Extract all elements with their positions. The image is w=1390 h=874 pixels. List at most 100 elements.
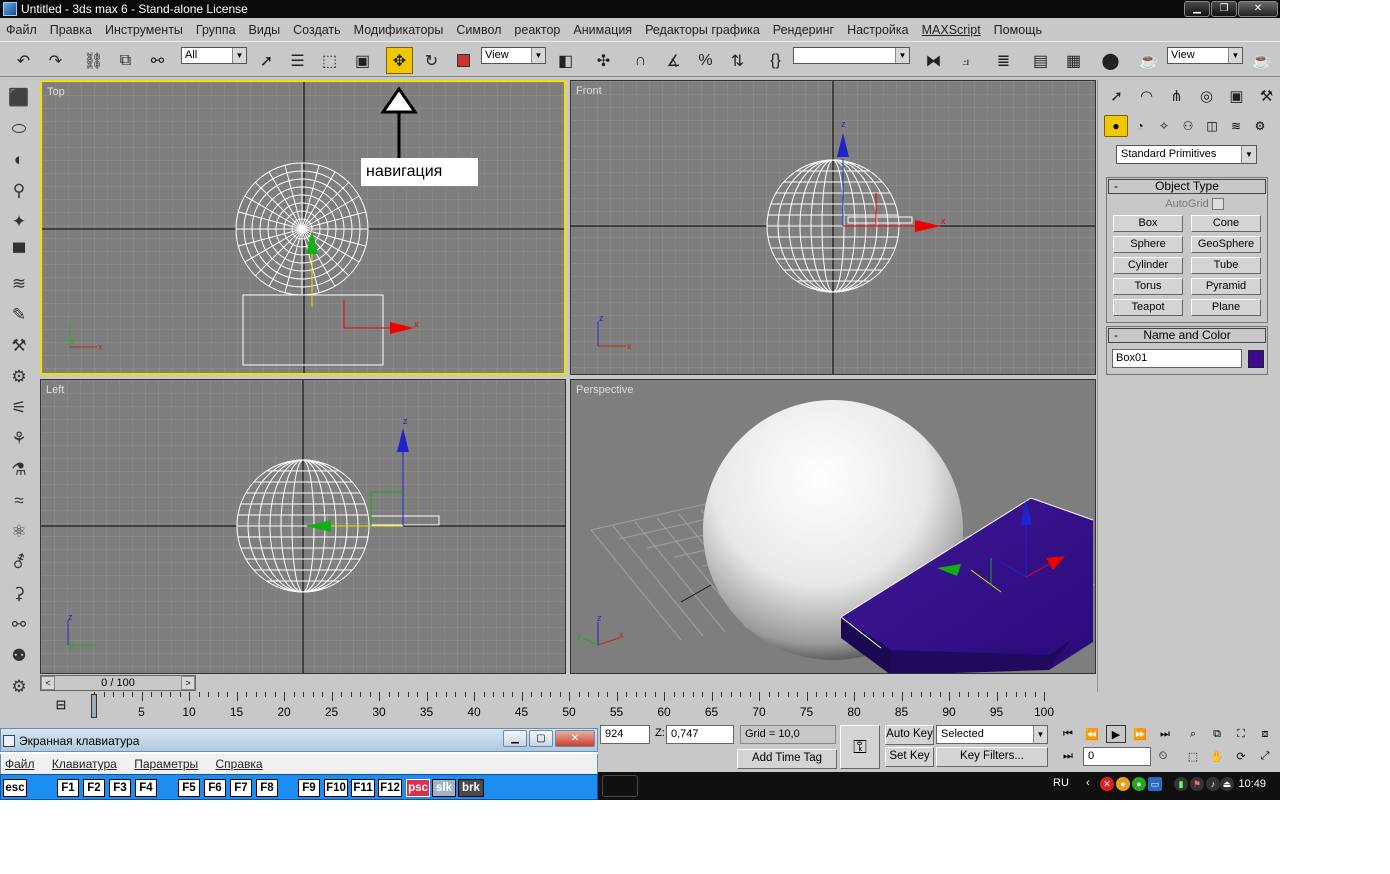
systems-icon[interactable]: ⚙ <box>1248 115 1272 137</box>
key-f3[interactable]: F3 <box>109 779 131 797</box>
unlink-icon[interactable]: ⧉ <box>112 47 139 74</box>
select-object-icon[interactable]: ➚ <box>253 47 280 74</box>
snap-3d-icon[interactable]: ∩ <box>627 47 654 74</box>
sphere-button[interactable]: Sphere <box>1113 236 1183 253</box>
box-button[interactable]: Box <box>1113 215 1183 232</box>
viewport-left[interactable]: z z y Left <box>40 379 566 674</box>
angle-snap-icon[interactable]: ∡ <box>660 47 687 74</box>
menu-group[interactable]: Группа <box>196 23 236 37</box>
key-f8[interactable]: F8 <box>256 779 278 797</box>
plane-button[interactable]: Plane <box>1191 299 1261 316</box>
nurbs-icon[interactable]: ✎ <box>3 299 35 330</box>
compound-icon[interactable]: ◐ <box>3 144 35 175</box>
menu-file[interactable]: Файл <box>6 23 37 37</box>
key-f6[interactable]: F6 <box>204 779 226 797</box>
menu-rendering[interactable]: Рендеринг <box>773 23 834 37</box>
y-coordinate-field[interactable]: 924 <box>600 725 650 744</box>
reference-coord-dropdown[interactable]: View ▼ <box>481 47 546 64</box>
shapes-icon[interactable]: ◔ <box>1128 115 1152 137</box>
viewport-perspective[interactable]: x y z Perspective <box>570 379 1096 674</box>
keyboard-menu-settings[interactable]: Параметры <box>134 757 198 771</box>
menu-views[interactable]: Виды <box>249 23 281 37</box>
shapes-icon[interactable]: ⬭ <box>3 113 35 144</box>
window-crossing-icon[interactable]: ▣ <box>349 47 376 74</box>
utilities-icon[interactable]: ⚙ <box>3 671 35 702</box>
go-to-end-icon[interactable]: ⏭ <box>1155 725 1175 743</box>
menu-character[interactable]: Символ <box>456 23 501 37</box>
geosphere-button[interactable]: GeoSphere <box>1191 236 1261 253</box>
key-esc[interactable]: esc <box>3 779 27 797</box>
key-f9[interactable]: F9 <box>298 779 320 797</box>
cameras-icon[interactable]: ⚇ <box>1176 115 1200 137</box>
close-button[interactable]: ✕ <box>1238 1 1278 17</box>
pan-icon[interactable]: ✋ <box>1207 747 1227 765</box>
set-key-button[interactable]: Set Key <box>885 747 934 767</box>
restore-button[interactable]: ❐ <box>1211 1 1237 17</box>
viewport-front[interactable]: z x x z Front <box>570 80 1096 375</box>
rotate-icon[interactable]: ↻ <box>418 47 445 74</box>
redo-icon[interactable]: ↷ <box>42 47 69 74</box>
quick-render-icon[interactable]: ☕ <box>1248 47 1275 74</box>
cameras-icon[interactable]: ⚘ <box>3 423 35 454</box>
play-icon[interactable]: ▶ <box>1106 725 1126 743</box>
create-tab-icon[interactable]: ➚ <box>1103 84 1130 108</box>
track-bar-current-frame[interactable] <box>91 694 97 718</box>
pivot-center-icon[interactable]: ◧ <box>552 47 579 74</box>
viewport-label[interactable]: Top <box>47 86 65 98</box>
category-dropdown[interactable]: Standard Primitives ▼ <box>1116 145 1257 164</box>
menu-tools[interactable]: Инструменты <box>105 23 183 37</box>
patch-icon[interactable]: ≋ <box>3 268 35 299</box>
select-by-name-icon[interactable]: ☰ <box>284 47 311 74</box>
menu-customize[interactable]: Настройка <box>847 23 909 37</box>
key-f10[interactable]: F10 <box>324 779 348 797</box>
auto-key-button[interactable]: Auto Key <box>885 725 934 745</box>
key-print-screen[interactable]: psc <box>406 779 430 797</box>
keyboard-minimize-button[interactable]: ▁ <box>503 730 527 747</box>
select-manipulate-icon[interactable]: ✣ <box>590 47 617 74</box>
keyboard-menu-help[interactable]: Справка <box>216 757 263 771</box>
menu-maxscript[interactable]: MAXScript <box>922 23 981 37</box>
selection-filter-dropdown[interactable]: All ▼ <box>181 47 247 64</box>
key-f1[interactable]: F1 <box>57 779 79 797</box>
cone-button[interactable]: Cone <box>1191 215 1261 232</box>
key-break[interactable]: brk <box>458 779 484 797</box>
object-color-swatch[interactable] <box>1248 350 1264 368</box>
bones-icon[interactable]: ⚯ <box>3 609 35 640</box>
keyboard-menu-keyboard[interactable]: Клавиатура <box>52 757 117 771</box>
tray-expand-icon[interactable]: ‹ <box>1086 777 1090 789</box>
taskbar-button[interactable] <box>602 775 638 797</box>
time-config-icon[interactable]: ⏲ <box>1153 747 1173 765</box>
tube-button[interactable]: Tube <box>1191 257 1261 274</box>
menu-reactor[interactable]: реактор <box>514 23 560 37</box>
menu-edit[interactable]: Правка <box>50 23 92 37</box>
space-warps-icon[interactable]: ⚟ <box>3 392 35 423</box>
named-selection-dropdown[interactable]: ▼ <box>793 47 910 64</box>
menu-animation[interactable]: Анимация <box>573 23 632 37</box>
arc-rotate-icon[interactable]: ⟳ <box>1231 747 1251 765</box>
region-zoom-icon[interactable]: ⬚ <box>1183 747 1203 765</box>
viewport-label[interactable]: Front <box>576 85 602 97</box>
reactor-icon[interactable]: ⚛ <box>3 516 35 547</box>
waves-icon[interactable]: ≈ <box>3 485 35 516</box>
add-time-tag-button[interactable]: Add Time Tag <box>737 749 837 769</box>
time-slider[interactable]: < 0 / 100 > <box>40 675 196 691</box>
rectangular-selection-icon[interactable]: ⬚ <box>316 47 343 74</box>
tray-eject-icon[interactable]: ⏏ <box>1220 777 1234 791</box>
display-tab-icon[interactable]: ▣ <box>1223 84 1250 108</box>
motion-tab-icon[interactable]: ◎ <box>1193 84 1220 108</box>
teapot-button[interactable]: Teapot <box>1113 299 1183 316</box>
menu-modifiers[interactable]: Модификаторы <box>354 23 444 37</box>
select-link-icon[interactable]: ⛓ <box>80 47 107 74</box>
systems-icon[interactable]: ⚗ <box>3 454 35 485</box>
pyramid-button[interactable]: Pyramid <box>1191 278 1261 295</box>
key-f5[interactable]: F5 <box>178 779 200 797</box>
viewport-label[interactable]: Perspective <box>576 384 633 396</box>
key-f12[interactable]: F12 <box>378 779 402 797</box>
undo-icon[interactable]: ↶ <box>10 47 37 74</box>
menu-help[interactable]: Помощь <box>994 23 1042 37</box>
tray-security-icon[interactable]: ✕ <box>1100 777 1114 791</box>
tray-display-icon[interactable]: ▭ <box>1148 777 1162 791</box>
current-frame-field[interactable]: 0 <box>1083 747 1151 766</box>
key-scroll-lock[interactable]: slk <box>432 779 456 797</box>
objects-icon[interactable]: ⬛ <box>3 82 35 113</box>
